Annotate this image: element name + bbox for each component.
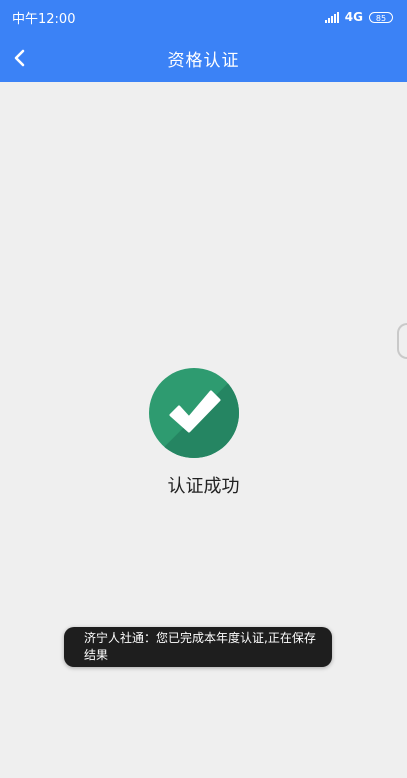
toast-message: 济宁人社通：您已完成本年度认证,正在保存结果	[64, 627, 332, 667]
page-title: 资格认证	[167, 50, 240, 71]
back-button[interactable]	[4, 42, 36, 74]
chevron-left-icon	[14, 49, 25, 67]
side-handle[interactable]	[397, 323, 407, 359]
status-bar: 中午12:00 4G 85	[0, 0, 407, 34]
check-circle-icon	[149, 368, 239, 458]
battery-icon: 85	[369, 11, 393, 23]
check-mark-icon	[169, 390, 221, 433]
signal-icon	[324, 11, 339, 23]
app-bar: 资格认证	[0, 34, 407, 82]
status-time: 中午12:00	[12, 11, 76, 27]
status-indicators: 4G 85	[324, 10, 393, 24]
network-type: 4G	[344, 10, 363, 24]
success-message: 认证成功	[167, 476, 240, 497]
main-content: 认证成功 济宁人社通：您已完成本年度认证,正在保存结果	[0, 82, 407, 778]
